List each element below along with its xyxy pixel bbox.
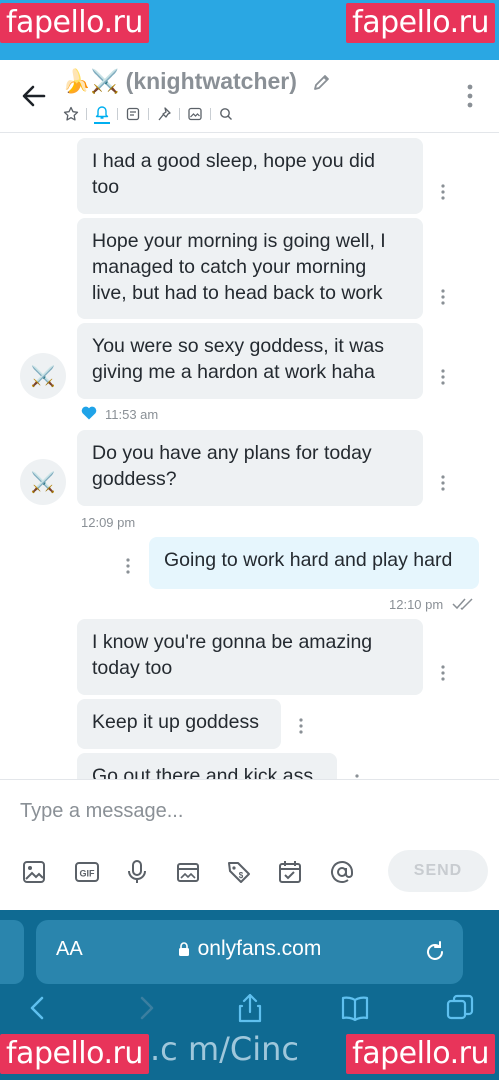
- message-bubble[interactable]: Do you have any plans for today goddess?: [77, 430, 423, 506]
- message-menu-icon[interactable]: [440, 183, 446, 201]
- avatar[interactable]: ⚔️: [20, 459, 66, 505]
- previous-tab-preview[interactable]: [0, 920, 24, 984]
- image-icon[interactable]: [21, 859, 47, 885]
- forward-icon[interactable]: [130, 992, 162, 1024]
- crossed-swords-icon: ⚔️: [30, 365, 56, 388]
- message-bubble[interactable]: Keep it up goddess: [77, 699, 281, 749]
- message-timestamp: 12:10 pm: [389, 597, 444, 612]
- send-button[interactable]: SEND: [388, 850, 488, 892]
- bell-icon[interactable]: [94, 104, 110, 124]
- watermark-top-left: fapello.ru: [0, 3, 149, 43]
- chat-toolbar: [58, 104, 239, 124]
- message-menu-icon[interactable]: [440, 664, 446, 682]
- message-bubble[interactable]: You were so sexy goddess, it was giving …: [77, 323, 423, 399]
- chat-title[interactable]: 🍌⚔️ (knightwatcher): [62, 68, 297, 95]
- svg-text:GIF: GIF: [80, 869, 96, 879]
- message-menu-icon[interactable]: [440, 368, 446, 386]
- search-icon[interactable]: [218, 106, 234, 122]
- chat-header: 🍌⚔️ (knightwatcher): [0, 60, 499, 133]
- message-bubble[interactable]: I had a good sleep, hope you did too: [77, 138, 423, 214]
- message-bubble[interactable]: Go out there and kick ass: [77, 753, 337, 779]
- gif-icon[interactable]: GIF: [74, 859, 100, 885]
- message-timestamp: 11:53 am: [105, 407, 159, 422]
- message-timestamp: 12:09 pm: [81, 515, 136, 530]
- avatar[interactable]: ⚔️: [20, 353, 66, 399]
- message-bubble[interactable]: Going to work hard and play hard: [149, 537, 479, 589]
- note-icon[interactable]: [125, 106, 141, 122]
- heart-icon[interactable]: [81, 406, 97, 420]
- pin-icon[interactable]: [156, 106, 172, 122]
- star-icon[interactable]: [63, 106, 79, 122]
- back-arrow-icon[interactable]: [20, 82, 48, 110]
- svg-text:$: $: [239, 871, 244, 880]
- message-composer: GIF $ SEND: [0, 779, 499, 911]
- calendar-check-icon[interactable]: [277, 859, 303, 885]
- message-menu-icon[interactable]: [298, 717, 304, 735]
- footer-text: .c m/Cinc: [150, 1030, 299, 1068]
- message-menu-icon[interactable]: [440, 474, 446, 492]
- message-list[interactable]: I had a good sleep, hope you did too Hop…: [0, 133, 499, 779]
- message-menu-icon[interactable]: [125, 557, 131, 575]
- mention-icon[interactable]: [329, 859, 355, 885]
- price-tag-icon[interactable]: $: [226, 859, 252, 885]
- watermark-top-right: fapello.ru: [346, 3, 495, 43]
- message-input[interactable]: [20, 796, 360, 826]
- double-check-icon: [452, 598, 473, 610]
- share-icon[interactable]: [234, 992, 266, 1024]
- watermark-bottom-right: fapello.ru: [346, 1034, 495, 1074]
- back-icon[interactable]: [22, 992, 54, 1024]
- image-icon[interactable]: [187, 106, 203, 122]
- crossed-swords-icon: ⚔️: [30, 471, 56, 494]
- url-text: onlyfans.com: [197, 937, 322, 960]
- watermark-bottom-left: fapello.ru: [0, 1034, 149, 1074]
- bookmarks-icon[interactable]: [339, 992, 371, 1024]
- message-bubble[interactable]: Hope your morning is going well, I manag…: [77, 218, 423, 319]
- address-bar[interactable]: AA onlyfans.com: [36, 920, 463, 984]
- more-vertical-icon[interactable]: [460, 82, 480, 110]
- lock-icon: [178, 942, 189, 956]
- tabs-icon[interactable]: [444, 992, 476, 1024]
- vault-icon[interactable]: [175, 859, 201, 885]
- message-menu-icon[interactable]: [440, 288, 446, 306]
- microphone-icon[interactable]: [124, 859, 150, 885]
- pencil-icon[interactable]: [312, 72, 332, 92]
- reload-icon[interactable]: [423, 940, 447, 964]
- message-bubble[interactable]: I know you're gonna be amazing today too: [77, 619, 423, 695]
